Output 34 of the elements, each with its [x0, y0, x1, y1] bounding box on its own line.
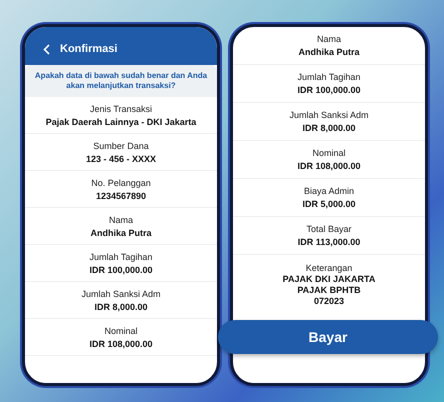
field-value: IDR 113,000.00: [298, 237, 360, 247]
field-value: 1234567890: [96, 190, 146, 200]
field-label: Jumlah Sanksi Adm: [81, 288, 161, 298]
field-value: IDR 108,000.00: [89, 338, 153, 348]
field-value: 123 - 456 - XXXX: [86, 154, 156, 164]
field-label: Nama: [108, 214, 133, 224]
field-label: Total Bayar: [306, 224, 352, 234]
field-value: Andhika Putra: [298, 47, 360, 57]
field-label: Nama: [316, 34, 341, 44]
field-value: IDR 100,000.00: [297, 85, 361, 95]
field-label: Nominal: [104, 326, 138, 336]
field-value: Pajak Daerah Lainnya - DKI Jakarta: [46, 116, 196, 126]
field-value: Andhika Putra: [90, 228, 152, 238]
screen-title: Konfirmasi: [60, 43, 118, 55]
field-value: PAJAK BPHTB: [297, 285, 361, 295]
field-label: Biaya Admin: [304, 186, 354, 196]
field-value: IDR 5,000.00: [302, 199, 356, 209]
field-label: Jenis Transaksi: [90, 104, 152, 114]
pay-button[interactable]: Bayar: [218, 320, 438, 354]
back-icon[interactable]: [43, 44, 50, 54]
field-label: No. Pelanggan: [91, 178, 151, 188]
field-label: Jumlah Tagihan: [90, 252, 152, 262]
field-label: Jumlah Tagihan: [298, 72, 360, 82]
field-value: IDR 108,000.00: [297, 161, 361, 171]
field-label: Nominal: [312, 148, 346, 158]
field-value: IDR 100,000.00: [89, 264, 153, 274]
field-value: IDR 8,000.00: [94, 302, 148, 312]
field-value: 072023: [314, 296, 344, 306]
field-label: Keterangan: [306, 263, 352, 273]
field-value: PAJAK DKI JAKARTA: [282, 274, 376, 284]
field-label: Sumber Dana: [93, 140, 149, 150]
field-label: Jumlah Sanksi Adm: [289, 110, 369, 120]
field-value: IDR 8,000.00: [302, 123, 356, 133]
confirmation-question: Apakah data di bawah sudah benar dan Anda akan melanjutkan transaksi?: [34, 71, 208, 91]
